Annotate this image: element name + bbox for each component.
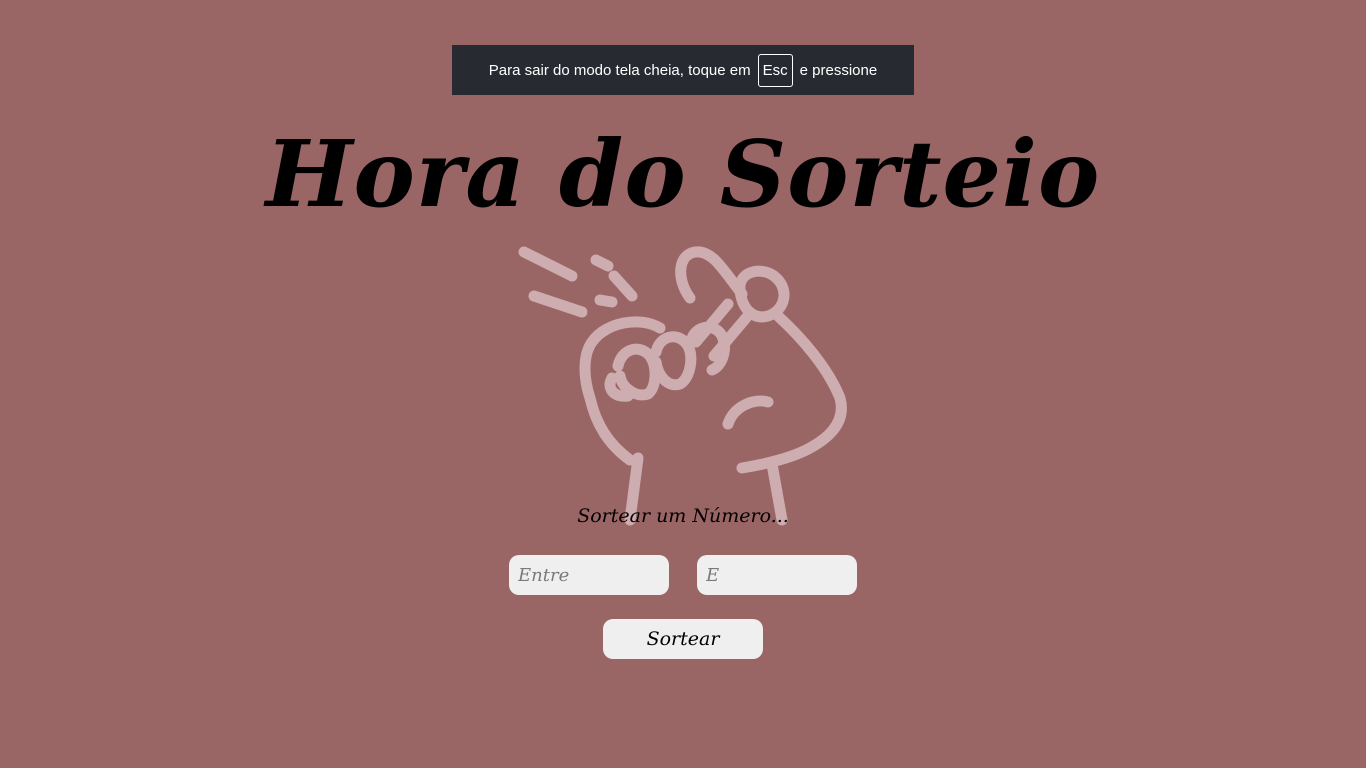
snap-line	[590, 254, 614, 272]
snap-line	[594, 294, 618, 308]
finger-outline	[675, 246, 748, 304]
knuckle-2	[650, 331, 697, 391]
page-title: Hora do Sorteio	[265, 120, 1101, 228]
snapping-fingers-hand-icon	[518, 246, 847, 526]
palm-outline	[736, 310, 847, 474]
range-end-input[interactable]	[697, 555, 857, 595]
snap-line	[518, 246, 578, 282]
fullscreen-notice-text-before: Para sair do modo tela cheia, toque em	[488, 61, 751, 79]
esc-key-badge: Esc	[757, 53, 793, 87]
fullscreen-exit-notice: Para sair do modo tela cheia, toque em E…	[452, 45, 914, 95]
draw-button[interactable]: Sortear	[603, 619, 763, 659]
snap-line	[608, 270, 638, 302]
fullscreen-notice-text-after: e pressione	[799, 61, 878, 79]
snap-line	[528, 290, 588, 318]
palm-crease	[722, 395, 774, 430]
draw-subtitle: Sortear um Número...	[577, 505, 789, 527]
knuckle-1	[612, 343, 661, 401]
range-start-input[interactable]	[509, 555, 669, 595]
